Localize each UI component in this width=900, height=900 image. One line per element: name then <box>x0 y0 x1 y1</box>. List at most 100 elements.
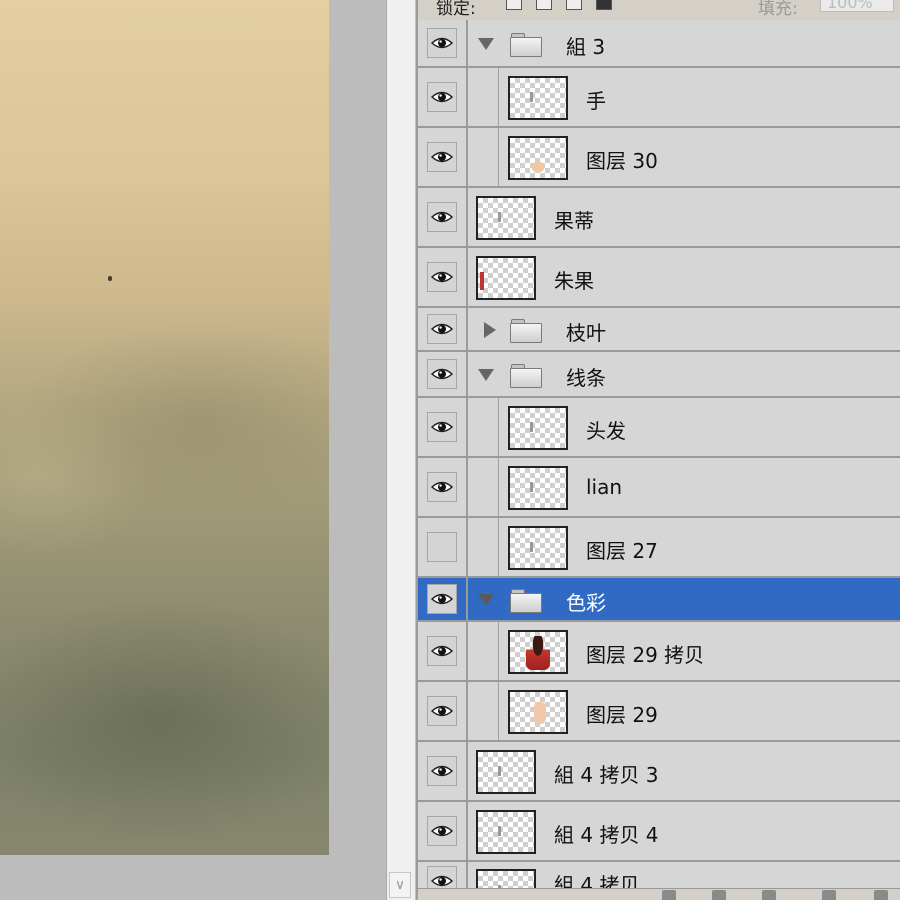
lock-label: 锁定: <box>436 0 476 19</box>
visibility-box <box>427 532 457 562</box>
visibility-toggle[interactable] <box>418 248 468 306</box>
layer-row[interactable]: 手 <box>418 68 900 128</box>
triangle-down-icon[interactable] <box>478 369 494 381</box>
eye-icon <box>431 210 453 224</box>
visibility-box <box>427 472 457 502</box>
layer-row[interactable]: 头发 <box>418 398 900 458</box>
visibility-box <box>427 584 457 614</box>
visibility-toggle[interactable] <box>418 128 468 186</box>
layer-group-row[interactable]: 枝叶 <box>418 308 900 352</box>
triangle-down-icon[interactable] <box>478 594 494 606</box>
visibility-toggle[interactable] <box>418 20 468 66</box>
visibility-toggle[interactable] <box>418 742 468 800</box>
layer-name: 組 4 拷贝 4 <box>554 823 659 847</box>
fill-label: 填充: <box>758 0 798 19</box>
eye-icon <box>431 480 453 494</box>
layer-group-row[interactable]: 色彩 <box>418 578 900 622</box>
layer-name: 图层 29 <box>586 703 658 727</box>
folder-icon <box>510 589 542 613</box>
adjustment-layer-icon[interactable] <box>712 890 726 900</box>
visibility-toggle[interactable] <box>418 518 468 576</box>
folder-icon <box>510 33 542 57</box>
layer-row[interactable]: 图层 27 <box>418 518 900 578</box>
layer-row[interactable]: 图层 29 拷贝 <box>418 622 900 682</box>
lock-position-button[interactable] <box>566 0 582 10</box>
layer-thumbnail <box>508 630 568 674</box>
visibility-box <box>427 412 457 442</box>
visibility-toggle[interactable] <box>418 802 468 860</box>
canvas-area[interactable] <box>0 0 386 900</box>
delete-layer-icon[interactable] <box>874 890 888 900</box>
visibility-toggle[interactable] <box>418 458 468 516</box>
thumbnail-content <box>480 272 484 290</box>
eye-icon <box>431 90 453 104</box>
lock-pixels-button[interactable] <box>536 0 552 10</box>
layer-name: 組 3 <box>566 35 606 59</box>
indent-line <box>498 682 499 740</box>
layer-name: 果蒂 <box>554 209 594 233</box>
new-layer-icon[interactable] <box>822 890 836 900</box>
eye-icon <box>431 270 453 284</box>
layers-panel: 锁定: 填充: 100% 組 3 手图层 30 果蒂朱果枝叶 线条 头发 lian 图层 2… <box>416 0 900 900</box>
layer-thumbnail <box>476 256 536 300</box>
layer-row[interactable]: 組 4 拷贝 4 <box>418 802 900 862</box>
document-canvas[interactable] <box>0 0 329 855</box>
folder-icon <box>510 364 542 388</box>
layer-row[interactable]: lian <box>418 458 900 518</box>
vertical-scrollbar[interactable]: ∨ <box>386 0 415 900</box>
layer-group-row[interactable]: 組 3 <box>418 20 900 68</box>
visibility-box <box>427 756 457 786</box>
visibility-toggle[interactable] <box>418 622 468 680</box>
thumbnail-content <box>532 162 544 172</box>
thumbnail-content <box>530 92 533 102</box>
visibility-toggle[interactable] <box>418 352 468 396</box>
lock-all-button[interactable] <box>596 0 612 10</box>
visibility-toggle[interactable] <box>418 68 468 126</box>
visibility-box <box>427 82 457 112</box>
layer-thumbnail <box>508 466 568 510</box>
visibility-box <box>427 359 457 389</box>
layer-thumbnail <box>476 750 536 794</box>
layer-name: 朱果 <box>554 269 594 293</box>
eye-icon <box>431 36 453 50</box>
indent-line <box>498 68 499 126</box>
visibility-box <box>427 816 457 846</box>
layer-row[interactable]: 朱果 <box>418 248 900 308</box>
lock-transparency-button[interactable] <box>506 0 522 10</box>
layer-thumbnail <box>508 136 568 180</box>
scroll-down-button[interactable]: ∨ <box>389 872 411 898</box>
thumbnail-content <box>498 826 501 836</box>
indent-line <box>498 518 499 576</box>
thumbnail-content <box>526 636 550 670</box>
visibility-toggle[interactable] <box>418 398 468 456</box>
layer-name: lian <box>586 475 623 499</box>
layer-row[interactable]: 图层 29 <box>418 682 900 742</box>
layer-thumbnail <box>476 810 536 854</box>
layer-style-icon[interactable] <box>662 890 676 900</box>
eye-icon <box>431 420 453 434</box>
canvas-speck <box>108 276 112 281</box>
layer-name: 組 4 拷贝 3 <box>554 763 659 787</box>
eye-icon <box>431 322 453 336</box>
eye-icon <box>431 644 453 658</box>
new-group-icon[interactable] <box>762 890 776 900</box>
layer-thumbnail <box>508 526 568 570</box>
layer-thumbnail <box>508 406 568 450</box>
visibility-toggle[interactable] <box>418 578 468 620</box>
visibility-toggle[interactable] <box>418 682 468 740</box>
layer-row[interactable]: 图层 30 <box>418 128 900 188</box>
triangle-down-icon[interactable] <box>478 38 494 50</box>
fill-input[interactable]: 100% <box>820 0 894 12</box>
layer-row[interactable]: 組 4 拷贝 3 <box>418 742 900 802</box>
layer-thumbnail <box>508 690 568 734</box>
visibility-box <box>427 202 457 232</box>
visibility-box <box>427 314 457 344</box>
eye-icon <box>431 367 453 381</box>
visibility-toggle[interactable] <box>418 308 468 350</box>
visibility-toggle[interactable] <box>418 188 468 246</box>
layer-group-row[interactable]: 线条 <box>418 352 900 398</box>
triangle-right-icon[interactable] <box>484 322 496 338</box>
layer-row[interactable]: 果蒂 <box>418 188 900 248</box>
layer-name: 图层 29 拷贝 <box>586 643 705 667</box>
indent-line <box>498 128 499 186</box>
